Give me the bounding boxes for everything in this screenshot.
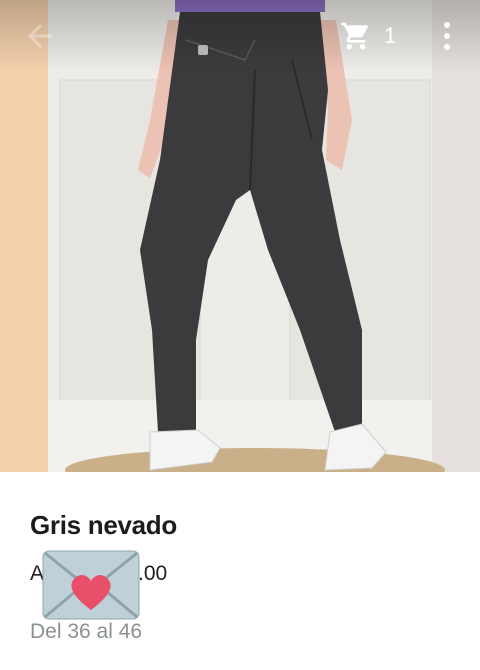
product-title: Gris nevado xyxy=(30,510,177,540)
product-image[interactable]: 1 xyxy=(0,0,480,472)
arrow-back-icon xyxy=(28,24,52,48)
size-range: Del 36 al 46 xyxy=(30,620,143,643)
more-vert-icon xyxy=(444,22,450,28)
cart-icon xyxy=(341,22,368,50)
price-suffix: .00 xyxy=(138,562,168,585)
top-bar: 1 xyxy=(0,0,480,72)
cart-button[interactable]: 1 xyxy=(340,18,396,54)
cart-count-badge: 1 xyxy=(384,23,397,48)
back-button[interactable] xyxy=(22,18,58,54)
more-options-button[interactable] xyxy=(434,18,460,54)
envelope-heart-sticker xyxy=(42,550,140,620)
envelope-heart-icon xyxy=(42,550,140,620)
